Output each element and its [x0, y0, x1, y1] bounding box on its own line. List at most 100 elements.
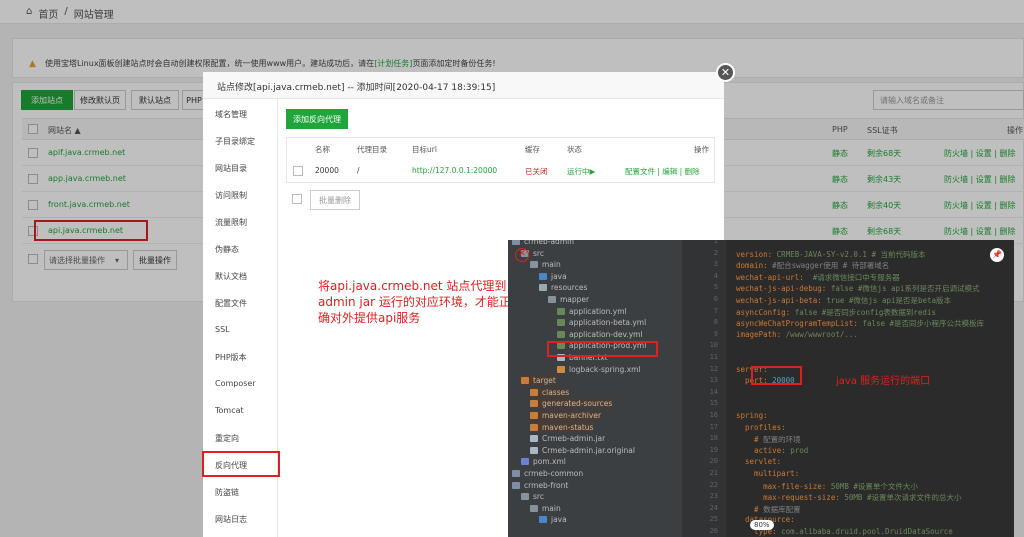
line-number: 2 [713, 248, 718, 257]
tgt-icon [530, 423, 538, 431]
line-number: 8 [713, 318, 718, 327]
tree-item[interactable]: Crmeb-admin.jar [530, 434, 605, 443]
tree-item[interactable]: resources [539, 283, 587, 292]
code-line[interactable]: max-request-size: 50MB #设置单次请求文件的总大小 [736, 492, 961, 503]
tree-item[interactable]: application-beta.yml [557, 318, 646, 327]
menu-access-limit[interactable]: 访问限制 [215, 190, 247, 201]
close-icon[interactable]: ✕ [716, 63, 735, 82]
code-line[interactable]: asyncConfig: false #是否同步config表数据到redis [736, 307, 936, 318]
tree-item[interactable]: crmeb-admin [512, 240, 574, 246]
menu-site-log[interactable]: 网站日志 [215, 514, 247, 525]
code-line[interactable]: # 数据库配置 [736, 504, 801, 515]
tree-item[interactable]: crmeb-common [512, 469, 583, 478]
project-tree: crmeb-admin src main java resources mapper app… [508, 240, 682, 537]
menu-hotlink[interactable]: 防盗链 [215, 487, 239, 498]
tgt-icon [530, 388, 538, 396]
line-number: 26 [709, 527, 718, 535]
code-line[interactable]: multipart: [736, 469, 799, 478]
tree-item[interactable]: maven-status [530, 422, 594, 432]
proxy-run-status[interactable]: 运行中▶ [567, 166, 595, 177]
tgt-icon [521, 377, 529, 385]
menu-redirect[interactable]: 重定向 [215, 433, 239, 444]
menu-sitedir[interactable]: 网站目录 [215, 163, 247, 174]
tree-item[interactable]: application-dev.yml [557, 330, 643, 339]
code-line[interactable]: wechat-js-api-debug: false #微信js api系列是否… [736, 283, 980, 294]
code-line[interactable]: wechat-js-api-beta: true #微信js api是否是bet… [736, 295, 951, 306]
tree-item-label: generated-sources [542, 399, 613, 409]
menu-composer[interactable]: Composer [215, 379, 256, 388]
code-line[interactable]: domain: #配合swagger使用 # 待部署域名 [736, 260, 889, 271]
code-line[interactable]: profiles: [736, 423, 786, 432]
tree-item-label: application-dev.yml [569, 329, 643, 339]
tree-item-label: src [533, 492, 544, 502]
tree-item-label: application-beta.yml [569, 318, 647, 328]
highlight-box-prod-yml [547, 341, 658, 357]
pin-icon[interactable]: 📌 [990, 248, 1004, 262]
tree-item[interactable]: application.yml [557, 307, 627, 316]
proxy-col-dir: 代理目录 [357, 145, 387, 154]
mod-icon [512, 240, 520, 245]
add-reverse-proxy-button[interactable]: 添加反向代理 [286, 109, 348, 129]
tree-item[interactable]: src [521, 492, 544, 501]
code-line[interactable]: max-file-size: 50MB #设置单个文件大小 [736, 481, 918, 492]
menu-subdir[interactable]: 子目录绑定 [215, 136, 255, 147]
tree-item[interactable]: target [521, 376, 556, 386]
code-line[interactable]: servlet: [736, 457, 781, 466]
tree-item-label: Crmeb-admin.jar [542, 434, 606, 444]
menu-config-file[interactable]: 配置文件 [215, 298, 247, 309]
tree-item[interactable]: java [539, 515, 567, 524]
pom-icon [521, 458, 529, 466]
menu-rewrite[interactable]: 伪静态 [215, 244, 239, 255]
tree-item-label: mapper [560, 295, 590, 304]
tree-item-label: main [542, 260, 561, 270]
dir-icon [530, 261, 538, 269]
close-icon[interactable]: ✕ [515, 248, 529, 262]
proxy-row-checkbox[interactable] [293, 166, 303, 176]
line-gutter: 1 2 3 4 5 6 7 8 9 10 11 12 13 14 15 16 17 18 19 20 21 22 23 24 2… [682, 240, 726, 537]
highlight-box-port [751, 366, 802, 385]
annotation-text: 将api.java.crmeb.net 站点代理到 admin jar 运行的对… [318, 279, 511, 325]
tree-item[interactable]: logback-spring.xml [557, 365, 641, 374]
tree-item[interactable]: generated-sources [530, 399, 613, 409]
code-line[interactable]: spring: [736, 411, 768, 420]
tree-item-label: crmeb-admin [524, 240, 574, 246]
code-line[interactable]: wechat-api-url: #请求微信接口中专服务器 [736, 272, 900, 283]
tree-item[interactable]: Crmeb-admin.jar.original [530, 446, 635, 455]
line-number: 14 [709, 387, 718, 396]
menu-default-doc[interactable]: 默认文档 [215, 271, 247, 282]
menu-ssl[interactable]: SSL [215, 325, 230, 334]
tree-item[interactable]: main [530, 260, 561, 269]
proxy-actions[interactable]: 配置文件 | 编辑 | 删除 [625, 166, 700, 177]
code-line[interactable]: active: prod [736, 446, 808, 455]
tree-item[interactable]: pom.xml [521, 457, 566, 466]
tree-item[interactable]: maven-archiver [530, 411, 602, 420]
modal-title: 站点修改[api.java.crmeb.net] -- 添加时间[2020-04… [217, 83, 496, 93]
tree-item-label: pom.xml [533, 457, 566, 467]
tree-item-label: main [542, 503, 561, 513]
line-number: 17 [709, 422, 718, 431]
menu-tomcat[interactable]: Tomcat [215, 406, 244, 415]
line-number: 18 [709, 434, 718, 443]
line-number: 7 [713, 306, 718, 315]
tree-item[interactable]: classes [530, 387, 570, 397]
menu-domain[interactable]: 域名管理 [215, 109, 247, 120]
tree-item[interactable]: mapper [548, 295, 589, 304]
batch-delete-button[interactable]: 批量删除 [310, 190, 360, 210]
proxy-select-all-checkbox[interactable] [292, 194, 302, 204]
ide-screenshot: crmeb-admin src main java resources mapper app… [508, 240, 1014, 537]
proxy-dir: / [357, 166, 360, 175]
code-line[interactable]: imagePath: /www/wwwroot/... [736, 330, 858, 339]
proxy-url[interactable]: http://127.0.0.1:20000 [412, 166, 497, 175]
code-editor: version: CRMEB-JAVA-SY-v2.0.1 # 当前代码版本 do… [726, 240, 1014, 537]
code-line[interactable]: # 配置的环境 [736, 434, 801, 445]
tree-item[interactable]: java [539, 272, 567, 281]
code-line[interactable]: version: CRMEB-JAVA-SY-v2.0.1 # 当前代码版本 [736, 249, 926, 260]
code-line[interactable]: asyncWeChatProgramTempList: false #是否同步小… [736, 318, 984, 329]
tree-item[interactable]: crmeb-front [512, 481, 568, 490]
tree-item[interactable]: main [530, 504, 561, 513]
menu-traffic-limit[interactable]: 流量限制 [215, 217, 247, 228]
port-annotation: java 服务运行的端口 [836, 376, 931, 387]
proxy-cache-status[interactable]: 已关闭 [525, 166, 548, 177]
menu-php-version[interactable]: PHP版本 [215, 352, 247, 363]
proxy-col-url: 目标url [412, 145, 437, 154]
